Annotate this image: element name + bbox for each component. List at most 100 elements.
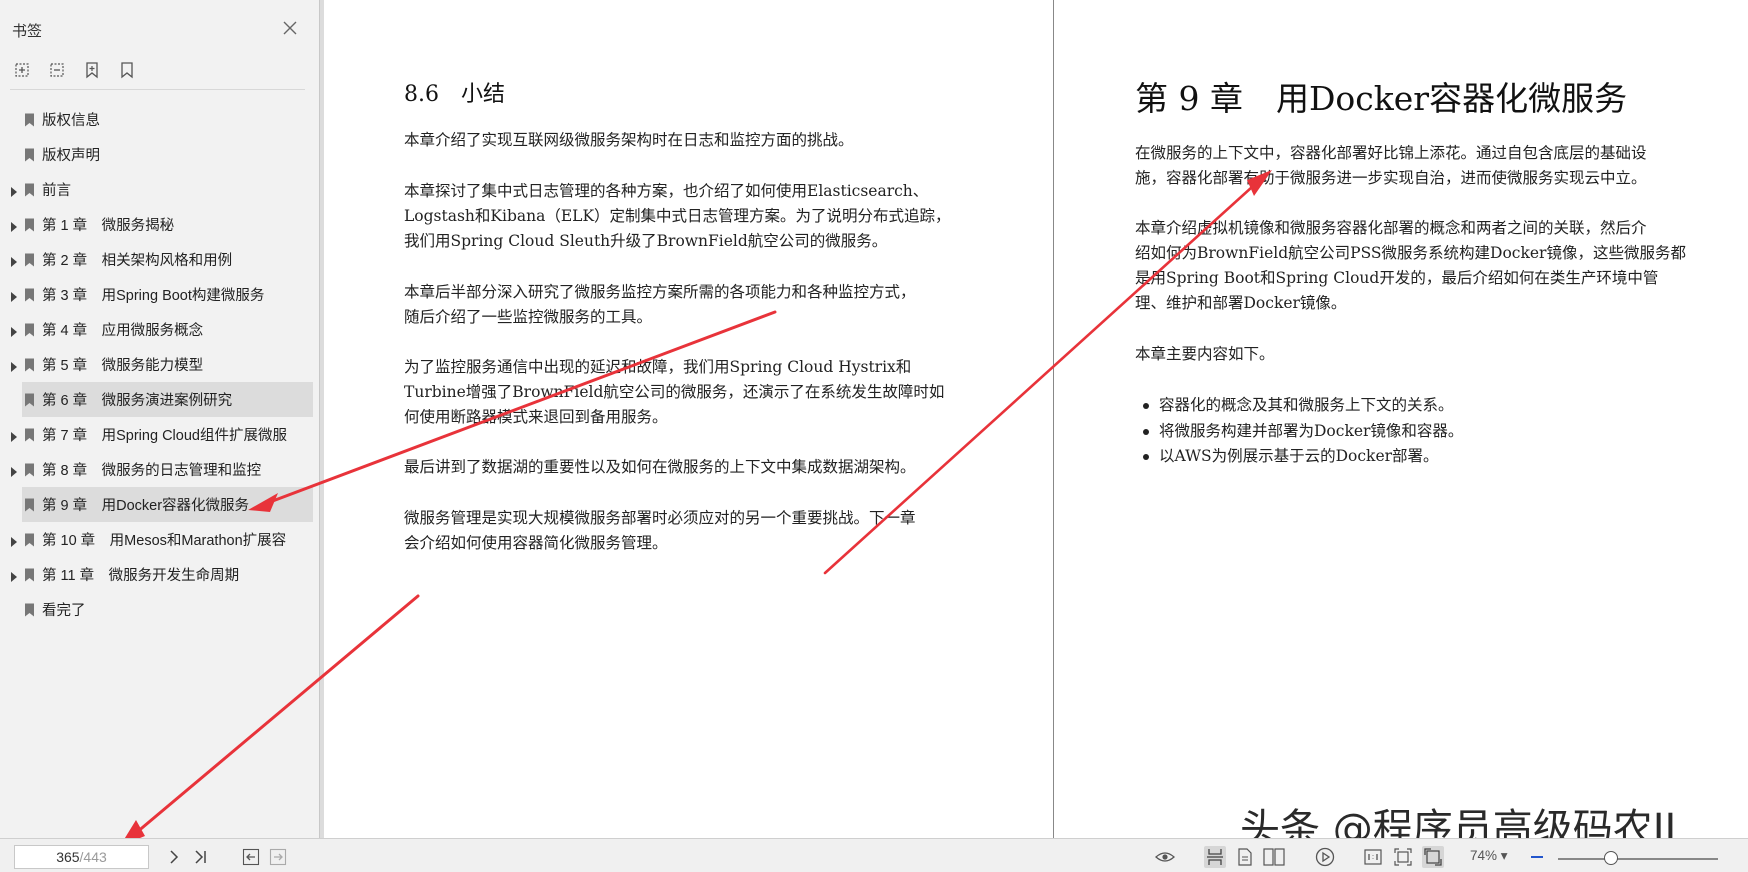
bookmark-item[interactable]: 版权信息 [0,102,320,137]
bookmark-panel: 书签 版权信息 版权声明 前言第 1 章 微服务揭秘第 2 章 相关架构风格和用例第… [0,0,320,838]
text-line: Turbine增强了BrownField航空公司的微服务，还演示了在系统发生故障… [404,383,945,401]
bookmark-item[interactable]: 第 7 章 用Spring Cloud组件扩展微服 [0,417,320,452]
text-line: 本章后半部分深入研究了微服务监控方案所需的各项能力和各种监控方式， [404,283,916,301]
bookmark-icon [24,358,35,372]
bookmark-label: 版权声明 [42,148,100,164]
bookmark-item[interactable]: 第 5 章 微服务能力模型 [0,347,320,382]
expand-arrow-icon[interactable] [10,220,18,232]
bookmark-label: 第 4 章 应用微服务概念 [42,323,204,339]
back-icon[interactable] [240,846,262,868]
last-page-button[interactable] [190,846,212,868]
fit-page-icon[interactable] [1392,846,1414,868]
chapter-heading: 第 9 章 用Docker容器化微服务 [1135,79,1628,118]
bookmark-icon [24,253,35,267]
forward-icon[interactable] [267,846,289,868]
total-pages: /443 [79,849,107,865]
text-line: Logstash和Kibana（ELK）定制集中式日志管理方案。为了说明分布式追… [404,207,951,225]
paragraph: 微服务管理是实现大规模微服务部署时必须应对的另一个重要挑战。下一章 会介绍如何使用… [404,506,916,556]
zoom-out-button[interactable] [1526,846,1548,868]
bookmark-label: 第 7 章 用Spring Cloud组件扩展微服 [42,428,287,444]
text-line: 绍如何为BrownField航空公司PSS微服务系统构建Docker镜像，这些微… [1135,244,1686,262]
add-bookmark-icon[interactable] [82,60,102,80]
bookmark-icon [24,463,35,477]
bookmark-label: 第 2 章 相关架构风格和用例 [42,253,233,269]
bookmark-label: 第 9 章 用Docker容器化微服务 [42,498,250,514]
bookmark-item[interactable]: 版权声明 [0,137,320,172]
bookmark-item[interactable]: 第 10 章 用Mesos和Marathon扩展容 [0,522,320,557]
expand-arrow-icon[interactable] [10,290,18,302]
bookmark-item[interactable]: 第 4 章 应用微服务概念 [0,312,320,347]
text-line: 为了监控服务通信中出现的延迟和故障，我们用Spring Cloud Hystri… [404,358,912,376]
bookmark-icon [24,498,35,512]
text-line: 本章介绍了实现互联网级微服务架构时在日志和监控方面的挑战。 [404,131,854,149]
fit-width-icon[interactable] [1422,846,1444,868]
single-page-icon[interactable] [1234,846,1256,868]
two-page-icon[interactable] [1263,846,1285,868]
bookmark-item[interactable]: 第 9 章 用Docker容器化微服务 [22,487,313,522]
bookmark-item[interactable]: 第 2 章 相关架构风格和用例 [0,242,320,277]
expand-arrow-icon[interactable] [10,325,18,337]
bookmark-list: 版权信息版权声明前言第 1 章 微服务揭秘第 2 章 相关架构风格和用例第 3 … [0,102,320,627]
chevron-down-icon: ▾ [1500,848,1508,863]
page-number-field[interactable]: 365/443 [14,845,149,869]
bookmark-icon[interactable] [117,60,137,80]
expand-arrow-icon[interactable] [10,535,18,547]
bookmark-label: 第 11 章 微服务开发生命周期 [42,568,240,584]
current-page: 365 [56,849,80,865]
close-icon[interactable] [282,20,298,36]
bookmark-icon [24,603,35,617]
collapse-all-icon[interactable] [47,60,67,80]
zoom-level-dropdown[interactable]: 74% ▾ [1470,848,1508,864]
bookmark-label: 第 5 章 微服务能力模型 [42,358,204,374]
bookmark-label: 版权信息 [42,113,100,129]
expand-arrow-icon[interactable] [10,430,18,442]
expand-arrow-icon[interactable] [10,465,18,477]
bookmark-icon [24,323,35,337]
bookmark-icon [24,113,35,127]
bookmark-icon [24,428,35,442]
bookmark-label: 第 1 章 微服务揭秘 [42,218,175,234]
text-line: 理、维护和部署Docker镜像。 [1135,294,1347,312]
bookmark-icon [24,393,35,407]
zoom-slider-track[interactable] [1558,858,1718,860]
bookmark-icon [24,218,35,232]
bookmark-label: 前言 [42,183,71,199]
text-line: 微服务管理是实现大规模微服务部署时必须应对的另一个重要挑战。下一章 [404,509,916,527]
text-line: 我们用Spring Cloud Sleuth升级了BrownField航空公司的… [404,232,888,250]
document-page-left: 8.6 小结 本章介绍了实现互联网级微服务架构时在日志和监控方面的挑战。 本章探讨… [324,0,1054,838]
paragraph: 本章介绍了实现互联网级微服务架构时在日志和监控方面的挑战。 [404,128,854,153]
text-line: 最后讲到了数据湖的重要性以及如何在微服务的上下文中集成数据湖架构。 [404,458,916,476]
bookmark-label: 第 3 章 用Spring Boot构建微服务 [42,288,265,304]
expand-arrow-icon[interactable] [10,360,18,372]
next-page-button[interactable] [163,846,185,868]
bookmark-item[interactable]: 看完了 [0,592,320,627]
paragraph: 本章探讨了集中式日志管理的各种方案，也介绍了如何使用Elasticsearch、… [404,179,951,254]
text-line: 在微服务的上下文中，容器化部署好比锦上添花。通过自包含底层的基础设 [1135,144,1647,162]
bookmark-label: 第 6 章 微服务演进案例研究 [42,393,233,409]
expand-all-icon[interactable] [12,60,32,80]
actual-size-icon[interactable] [1362,846,1384,868]
paragraph: 最后讲到了数据湖的重要性以及如何在微服务的上下文中集成数据湖架构。 [404,455,916,480]
bookmark-item[interactable]: 第 1 章 微服务揭秘 [0,207,320,242]
bookmark-item[interactable]: 第 3 章 用Spring Boot构建微服务 [0,277,320,312]
bookmark-item[interactable]: 第 11 章 微服务开发生命周期 [0,557,320,592]
text-line: 施，容器化部署有助于微服务进一步实现自治，进而使微服务实现云中立。 [1135,169,1647,187]
expand-arrow-icon[interactable] [10,570,18,582]
bookmark-item[interactable]: 第 8 章 微服务的日志管理和监控 [0,452,320,487]
expand-arrow-icon[interactable] [10,185,18,197]
expand-arrow-icon[interactable] [10,255,18,267]
text-line: 本章介绍虚拟机镜像和微服务容器化部署的概念和两者之间的关联，然后介 [1135,219,1647,237]
bookmark-label: 看完了 [42,603,86,619]
text-line: 随后介绍了一些监控微服务的工具。 [404,308,653,326]
play-icon[interactable] [1314,846,1336,868]
eye-protection-icon[interactable] [1154,846,1176,868]
list-item: 容器化的概念及其和微服务上下文的关系。 [1142,393,1463,419]
bookmark-item[interactable]: 第 6 章 微服务演进案例研究 [22,382,313,417]
list-item: 以AWS为例展示基于云的Docker部署。 [1142,444,1463,470]
document-page-right: 第 9 章 用Docker容器化微服务 在微服务的上下文中，容器化部署好比锦上添… [1055,0,1748,838]
bookmark-item[interactable]: 前言 [0,172,320,207]
status-bar: 365/443 74% ▾ [0,838,1748,872]
continuous-view-icon[interactable] [1204,846,1226,868]
zoom-slider-thumb[interactable] [1603,851,1618,865]
text-line: 本章主要内容如下。 [1135,345,1275,363]
